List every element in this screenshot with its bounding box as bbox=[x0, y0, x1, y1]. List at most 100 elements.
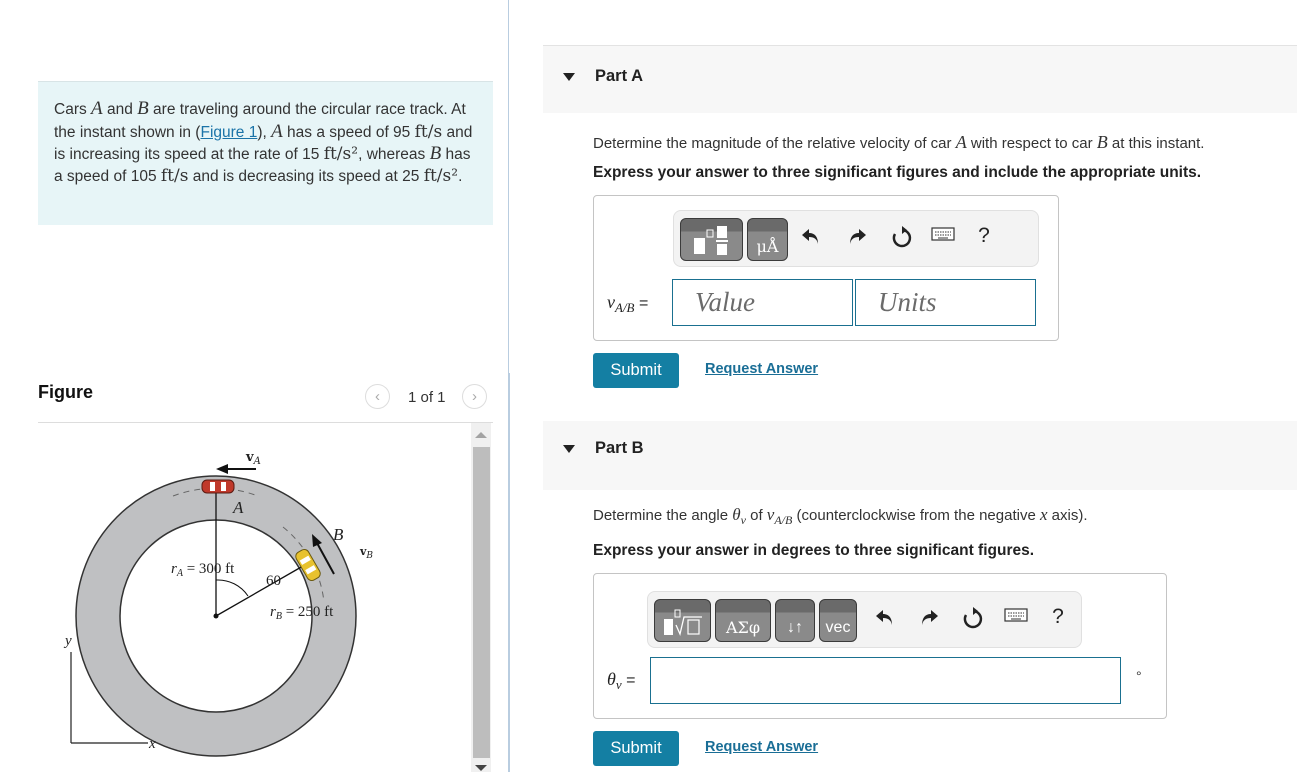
var-b: B bbox=[429, 143, 442, 164]
arrows-label: ↓↑ bbox=[787, 619, 803, 636]
templates-button[interactable] bbox=[680, 218, 743, 261]
part-a-answer-box: μÅ ? vA/B = bbox=[593, 195, 1059, 341]
label-va: vA bbox=[245, 450, 261, 467]
var-a: A bbox=[91, 98, 103, 119]
figure-title: Figure bbox=[38, 382, 94, 402]
radical-template-icon bbox=[663, 609, 702, 637]
caret-down-icon bbox=[563, 73, 575, 81]
help-button[interactable]: ? bbox=[1045, 605, 1071, 629]
scrollbar-thumb[interactable] bbox=[473, 447, 490, 758]
part-a-header[interactable]: Part A bbox=[543, 45, 1297, 113]
angle-input[interactable] bbox=[650, 657, 1121, 704]
part-a-question: Determine the magnitude of the relative … bbox=[593, 132, 1204, 153]
figure-link[interactable]: Figure 1 bbox=[200, 124, 257, 141]
reset-button[interactable] bbox=[889, 226, 915, 250]
redo-button[interactable] bbox=[916, 607, 942, 627]
units-button[interactable]: μÅ bbox=[747, 218, 788, 261]
part-b-answer-box: ΑΣφ ↓↑ vec ? θv = ° bbox=[593, 573, 1167, 719]
part-a-equation-label: vA/B = bbox=[607, 292, 648, 316]
part-a-request-answer-link[interactable]: Request Answer bbox=[705, 361, 818, 377]
scroll-up-arrow-icon[interactable] bbox=[475, 432, 487, 438]
scroll-down-arrow-icon[interactable] bbox=[475, 765, 487, 771]
fraction-template-icon bbox=[693, 226, 728, 255]
part-b-title: Part B bbox=[595, 439, 644, 457]
chevron-left-icon: ‹ bbox=[375, 388, 380, 405]
reset-icon bbox=[963, 607, 983, 629]
question-text: with respect to car bbox=[966, 135, 1097, 152]
keyboard-button[interactable] bbox=[1003, 607, 1029, 623]
chevron-right-icon: › bbox=[472, 388, 477, 405]
part-b-instruction: Express your answer in degrees to three … bbox=[593, 542, 1035, 559]
undo-button[interactable] bbox=[872, 607, 898, 627]
v-sub: A/B bbox=[774, 513, 793, 527]
label-car-b: B bbox=[333, 525, 344, 544]
help-icon: ? bbox=[1052, 605, 1064, 628]
x-symbol: x bbox=[1039, 505, 1048, 524]
problem-text: Cars bbox=[54, 101, 92, 118]
next-figure-button[interactable]: › bbox=[462, 384, 487, 409]
units-input[interactable] bbox=[855, 279, 1036, 326]
unit: ft/s bbox=[160, 165, 189, 186]
redo-icon bbox=[850, 229, 866, 244]
keyboard-button[interactable] bbox=[930, 226, 956, 242]
velocity-a-arrow bbox=[216, 464, 256, 474]
race-track-figure: vA A B vB rA = 300 ft 60 rB = 250 ft y x bbox=[63, 450, 373, 757]
redo-button[interactable] bbox=[844, 226, 870, 246]
problem-text: , whereas bbox=[358, 146, 430, 163]
label-car-a: A bbox=[232, 498, 244, 517]
part-b-request-answer-link[interactable]: Request Answer bbox=[705, 739, 818, 755]
part-b-header[interactable]: Part B bbox=[543, 421, 1297, 490]
unit: ft/s² bbox=[323, 144, 359, 164]
question-text: Determine the angle bbox=[593, 507, 733, 524]
unit: ft/s² bbox=[423, 165, 459, 186]
question-text: at this instant. bbox=[1107, 135, 1205, 152]
axis-label-x: x bbox=[148, 736, 156, 752]
label-vb: vB bbox=[359, 545, 373, 561]
units-label: μÅ bbox=[756, 237, 779, 256]
question-text: of bbox=[745, 507, 767, 524]
label-angle: 60 bbox=[266, 573, 281, 589]
vector-button[interactable]: vec bbox=[819, 599, 857, 642]
theta-symbol: θ bbox=[732, 505, 741, 524]
pane-divider[interactable] bbox=[508, 373, 510, 772]
undo-button[interactable] bbox=[798, 226, 824, 246]
problem-text: and is decreasing its speed at 25 bbox=[188, 167, 424, 185]
car-a bbox=[201, 479, 235, 494]
arrows-button[interactable]: ↓↑ bbox=[775, 599, 815, 642]
value-input[interactable] bbox=[672, 279, 853, 326]
previous-figure-button[interactable]: ‹ bbox=[365, 384, 390, 409]
question-text: axis). bbox=[1047, 507, 1088, 524]
degree-symbol: ° bbox=[1136, 668, 1142, 684]
eq-var: θ bbox=[607, 669, 616, 689]
keyboard-icon bbox=[1004, 608, 1028, 622]
problem-text: ), bbox=[257, 123, 272, 141]
part-b-question: Determine the angle θv of vA/B (counterc… bbox=[593, 505, 1088, 528]
var-b: B bbox=[1096, 132, 1108, 152]
part-b-submit-button[interactable]: Submit bbox=[593, 731, 679, 766]
figure-scrollbar[interactable] bbox=[471, 423, 491, 772]
var-a: A bbox=[271, 120, 283, 142]
var-a: A bbox=[955, 132, 967, 152]
left-pane: Cars A and B are traveling around the ci… bbox=[0, 0, 510, 772]
eq-sign: = bbox=[634, 295, 649, 312]
part-a-submit-button[interactable]: Submit bbox=[593, 353, 679, 388]
part-b-math-toolbar: ΑΣφ ↓↑ vec ? bbox=[647, 591, 1082, 648]
figure-divider bbox=[38, 422, 493, 423]
pane-divider bbox=[508, 0, 509, 373]
templates-button[interactable] bbox=[654, 599, 711, 642]
greek-label: ΑΣφ bbox=[725, 618, 761, 637]
part-a-math-toolbar: μÅ ? bbox=[673, 210, 1039, 267]
part-b-equation-label: θv = bbox=[607, 669, 635, 693]
reset-button[interactable] bbox=[960, 607, 986, 631]
greek-letters-button[interactable]: ΑΣφ bbox=[715, 599, 771, 642]
help-button[interactable]: ? bbox=[971, 224, 997, 248]
center-point bbox=[213, 613, 219, 619]
figure-pager-text: 1 of 1 bbox=[408, 389, 446, 406]
problem-statement: Cars A and B are traveling around the ci… bbox=[38, 81, 493, 225]
eq-var: v bbox=[607, 292, 615, 312]
keyboard-icon bbox=[931, 227, 955, 241]
problem-text: has a speed of 95 bbox=[282, 123, 415, 141]
reset-icon bbox=[892, 226, 912, 248]
part-a-title: Part A bbox=[595, 67, 643, 85]
caret-down-icon bbox=[563, 445, 575, 453]
